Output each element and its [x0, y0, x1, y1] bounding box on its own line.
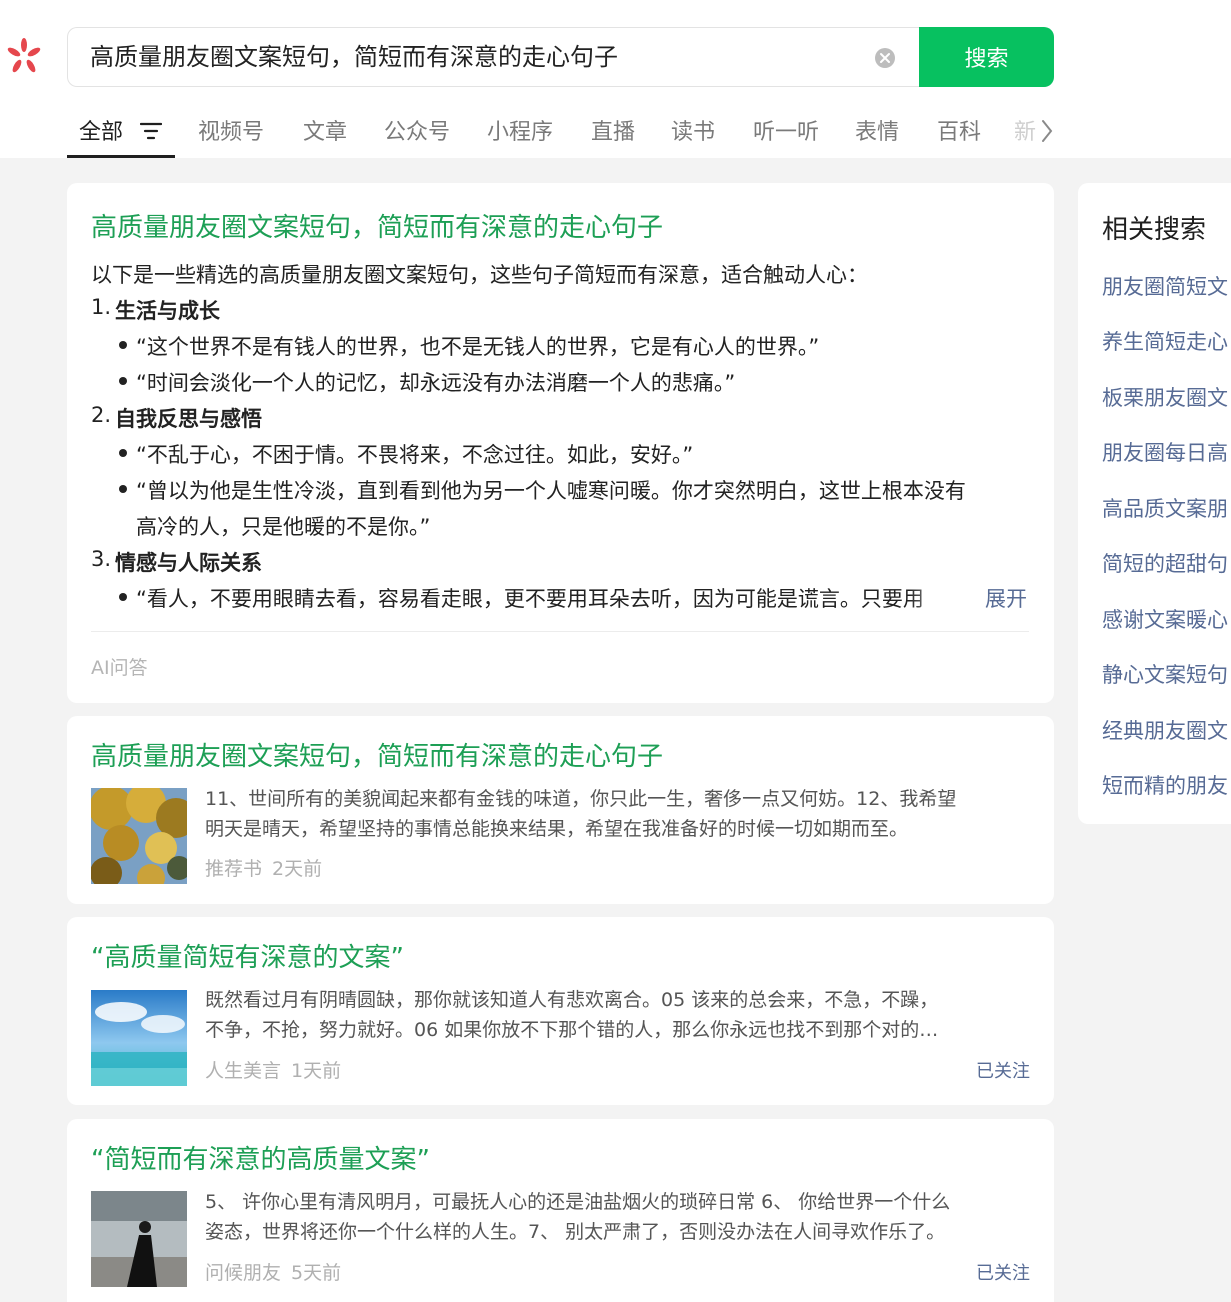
result-time: 5天前	[291, 1262, 342, 1284]
quote-item: “这个世界不是有钱人的世界，也不是无钱人的世界，它是有心人的世界。”	[136, 335, 820, 359]
result-title[interactable]: “简短而有深意的高质量文案”	[91, 1139, 430, 1176]
section-number: 1.	[91, 295, 112, 319]
snippet-line: 姿态，世界将还你一个什么样的人生。7、 别太严肃了，否则没办法在人间寻欢作乐了。	[205, 1221, 946, 1243]
result-source[interactable]: 推荐书	[205, 858, 262, 880]
active-tab-indicator	[67, 155, 175, 158]
tab-listen[interactable]: 听一听	[753, 114, 819, 146]
snippet-line: 明天是晴天，希望坚持的事情总能换来结果，希望在我准备好的时候一切如期而至。	[205, 818, 909, 840]
ai-answer-title[interactable]: 高质量朋友圈文案短句，简短而有深意的走心句子	[91, 207, 663, 244]
related-search-item[interactable]: 高品质文案朋	[1102, 493, 1228, 523]
followed-badge[interactable]: 已关注	[976, 1057, 1030, 1083]
section-number: 2.	[91, 403, 112, 427]
result-snippet: 5、 许你心里有清风明月，可最抚人心的还是油盐烟火的琐碎日常 6、 你给世界一个…	[205, 1187, 1035, 1247]
bullet-icon	[119, 341, 127, 349]
filter-icon[interactable]	[140, 122, 162, 140]
ai-answer-card: 高质量朋友圈文案短句，简短而有深意的走心句子 以下是一些精选的高质量朋友圈文案短…	[67, 183, 1054, 703]
result-meta: 问候朋友 5天前	[205, 1258, 341, 1285]
tab-all[interactable]: 全部	[79, 114, 123, 146]
related-search-item[interactable]: 经典朋友圈文	[1102, 715, 1228, 745]
ai-qa-label: AI问答	[91, 657, 148, 679]
section-heading: 情感与人际关系	[115, 551, 262, 575]
result-time: 1天前	[291, 1060, 342, 1082]
related-searches-panel: 相关搜索 朋友圈简短文 养生简短走心 板栗朋友圈文 朋友圈每日高 高品质文案朋 …	[1078, 183, 1231, 824]
tab-article[interactable]: 文章	[303, 114, 347, 146]
bullet-icon	[119, 449, 127, 457]
tab-mini-program[interactable]: 小程序	[487, 114, 553, 146]
related-search-item[interactable]: 朋友圈每日高	[1102, 437, 1228, 467]
sogou-logo-icon[interactable]	[4, 36, 44, 76]
related-searches-title: 相关搜索	[1102, 215, 1207, 245]
snippet-line: 11、世间所有的美貌闻起来都有金钱的味道，你只此一生，奢侈一点又何妨。12、我希…	[205, 788, 957, 810]
result-source[interactable]: 人生美言	[205, 1060, 281, 1082]
expand-link[interactable]: 展开	[985, 583, 1027, 613]
tab-wiki[interactable]: 百科	[937, 114, 981, 146]
related-search-item[interactable]: 板栗朋友圈文	[1102, 382, 1228, 412]
result-thumbnail[interactable]	[91, 1191, 187, 1287]
tab-official-account[interactable]: 公众号	[384, 114, 450, 146]
tab-stickers[interactable]: 表情	[855, 114, 899, 146]
clear-icon[interactable]	[874, 47, 896, 69]
bullet-icon	[119, 485, 127, 493]
truncation-fade	[909, 583, 979, 613]
related-search-item[interactable]: 静心文案短句	[1102, 659, 1228, 689]
divider	[91, 631, 1029, 632]
related-search-item[interactable]: 朋友圈简短文	[1102, 271, 1228, 301]
search-result-card[interactable]: “简短而有深意的高质量文案” 5、 许你心里有清风明月，可最抚人心的还是油盐烟火…	[67, 1119, 1054, 1302]
result-title[interactable]: “高质量简短有深意的文案”	[91, 937, 404, 974]
followed-badge[interactable]: 已关注	[976, 1259, 1030, 1285]
snippet-line: 5、 许你心里有清风明月，可最抚人心的还是油盐烟火的琐碎日常 6、 你给世界一个…	[205, 1191, 951, 1213]
bullet-icon	[119, 377, 127, 385]
search-result-card[interactable]: “高质量简短有深意的文案” 既然看过月有阴晴圆缺，那你就该知道人有悲欢离合。05…	[67, 917, 1054, 1105]
bullet-icon	[119, 593, 127, 601]
result-snippet: 11、世间所有的美貌闻起来都有金钱的味道，你只此一生，奢侈一点又何妨。12、我希…	[205, 784, 1035, 844]
result-time: 2天前	[272, 858, 323, 880]
tab-bar: 全部 视频号 文章 公众号 小程序 直播 读书 听一听 表情 百科 新	[0, 104, 1231, 158]
search-button[interactable]: 搜索	[919, 27, 1054, 87]
related-search-item[interactable]: 短而精的朋友	[1102, 770, 1228, 800]
result-thumbnail[interactable]	[91, 788, 187, 884]
section-heading: 生活与成长	[115, 299, 220, 323]
search-box	[67, 27, 923, 87]
related-search-item[interactable]: 感谢文案暖心	[1102, 604, 1228, 634]
result-source[interactable]: 问候朋友	[205, 1262, 281, 1284]
quote-item: “看人，不要用眼睛去看，容易看走眼，更不要用耳朵去听，因为可能是谎言。只要用	[136, 587, 924, 611]
result-meta: 推荐书 2天前	[205, 854, 322, 881]
tab-video[interactable]: 视频号	[198, 114, 264, 146]
section-number: 3.	[91, 547, 112, 571]
result-meta: 人生美言 1天前	[205, 1056, 341, 1083]
snippet-line: 不争，不抢，努力就好。06 如果你放不下那个错的人，那么你永远也找不到那个对的…	[205, 1019, 939, 1041]
chevron-right-icon[interactable]	[1040, 118, 1054, 144]
quote-item: “不乱于心，不困于情。不畏将来，不念过往。如此，安好。”	[136, 443, 694, 467]
tab-live[interactable]: 直播	[591, 114, 635, 146]
tab-news-partial[interactable]: 新	[1014, 114, 1036, 146]
related-search-item[interactable]: 养生简短走心	[1102, 326, 1228, 356]
snippet-line: 既然看过月有阴晴圆缺，那你就该知道人有悲欢离合。05 该来的总会来，不急，不躁，	[205, 989, 939, 1011]
quote-item-continued: 高冷的人，只是他暖的不是你。”	[136, 515, 431, 539]
related-search-item[interactable]: 简短的超甜句	[1102, 548, 1228, 578]
result-thumbnail[interactable]	[91, 990, 187, 1086]
top-bar: 搜索 全部 视频号 文章 公众号 小程序 直播 读书 听一听 表情 百科 新	[0, 0, 1231, 158]
quote-item: “曾以为他是生性冷淡，直到看到他为另一个人嘘寒问暖。你才突然明白，这世上根本没有	[136, 479, 966, 503]
tab-books[interactable]: 读书	[671, 114, 715, 146]
section-heading: 自我反思与感悟	[115, 407, 262, 431]
quote-item: “时间会淡化一个人的记忆，却永远没有办法消磨一个人的悲痛。”	[136, 371, 736, 395]
ai-answer-intro: 以下是一些精选的高质量朋友圈文案短句，这些句子简短而有深意，适合触动人心：	[91, 263, 868, 287]
result-title[interactable]: 高质量朋友圈文案短句，简短而有深意的走心句子	[91, 736, 663, 773]
search-input[interactable]	[90, 28, 870, 86]
result-snippet: 既然看过月有阴晴圆缺，那你就该知道人有悲欢离合。05 该来的总会来，不急，不躁，…	[205, 985, 1035, 1045]
search-result-card[interactable]: 高质量朋友圈文案短句，简短而有深意的走心句子 11、世间所有的美貌闻起来都有金钱…	[67, 716, 1054, 904]
